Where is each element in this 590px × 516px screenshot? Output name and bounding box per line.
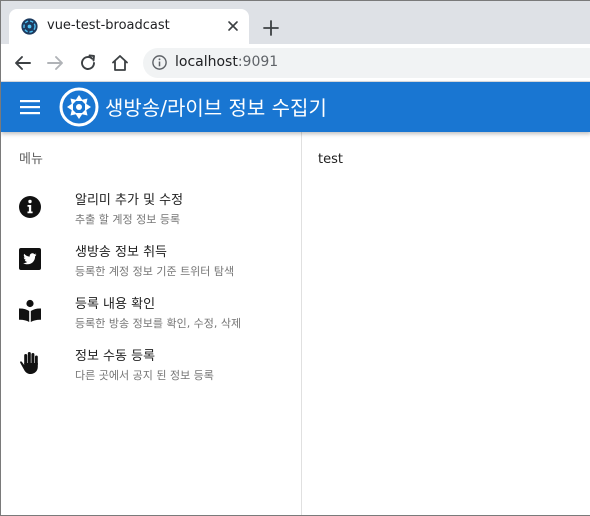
url-text: localhost:9091 — [175, 54, 278, 70]
menu-item-live-fetch[interactable]: 생방송 정보 취득 등록한 계정 정보 기준 트위터 탐색 — [1, 236, 301, 288]
menu-header: 메뉴 — [19, 152, 43, 167]
menu-item-subtitle: 등록한 계정 정보 기준 트위터 탐색 — [75, 265, 235, 278]
menu-icon[interactable] — [19, 97, 41, 117]
menu-item-subtitle: 추출 할 계정 정보 등록 — [75, 213, 181, 226]
menu-item-title: 생방송 정보 취득 — [75, 245, 167, 260]
menu-item-title: 알리미 추가 및 수정 — [75, 193, 184, 208]
tab-title: vue-test-broadcast — [47, 18, 170, 33]
vue-favicon-icon — [21, 18, 38, 35]
menu-item-title: 정보 수동 등록 — [75, 349, 156, 364]
book-reader-icon — [19, 299, 41, 322]
url-port: :9091 — [237, 54, 279, 70]
reload-icon[interactable] — [77, 52, 99, 74]
menu-item-check-registered[interactable]: 등록 내용 확인 등록한 방송 정보를 확인, 수정, 삭제 — [1, 288, 301, 340]
hand-icon — [20, 352, 38, 374]
menu-item-subtitle: 등록한 방송 정보를 확인, 수정, 삭제 — [75, 317, 242, 330]
app-bar: 생방송/라이브 정보 수집기 — [1, 82, 590, 132]
twitter-icon — [19, 248, 41, 270]
address-bar[interactable]: localhost:9091 — [143, 48, 590, 78]
app-logo-icon — [59, 87, 99, 127]
tab-close-icon[interactable] — [224, 17, 242, 35]
content-text: test — [318, 152, 343, 167]
menu-item-title: 등록 내용 확인 — [75, 297, 156, 312]
url-host: localhost — [175, 54, 238, 70]
app-title: 생방송/라이브 정보 수집기 — [105, 96, 327, 120]
browser-window: vue-test-broadcast localhost:9091 생방송/라이… — [0, 0, 590, 516]
home-icon[interactable] — [109, 52, 131, 74]
menu-item-notifier[interactable]: 알리미 추가 및 수정 추출 할 계정 정보 등록 — [1, 184, 301, 236]
main-content: test — [302, 132, 590, 515]
sidebar-menu: 메뉴 알리미 추가 및 수정 추출 할 계정 정보 등록 생방송 정보 취득 등… — [1, 132, 302, 515]
info-circle-icon — [19, 196, 41, 218]
browser-tab[interactable]: vue-test-broadcast — [9, 9, 249, 44]
tab-strip: vue-test-broadcast — [1, 1, 590, 44]
menu-item-subtitle: 다른 곳에서 공지 된 정보 등록 — [75, 369, 214, 382]
browser-toolbar: localhost:9091 — [1, 44, 590, 82]
site-info-icon[interactable] — [151, 54, 168, 71]
back-arrow-icon[interactable] — [12, 52, 34, 74]
forward-arrow-icon[interactable] — [44, 52, 66, 74]
new-tab-icon[interactable] — [260, 17, 282, 39]
menu-item-manual-register[interactable]: 정보 수동 등록 다른 곳에서 공지 된 정보 등록 — [1, 340, 301, 392]
